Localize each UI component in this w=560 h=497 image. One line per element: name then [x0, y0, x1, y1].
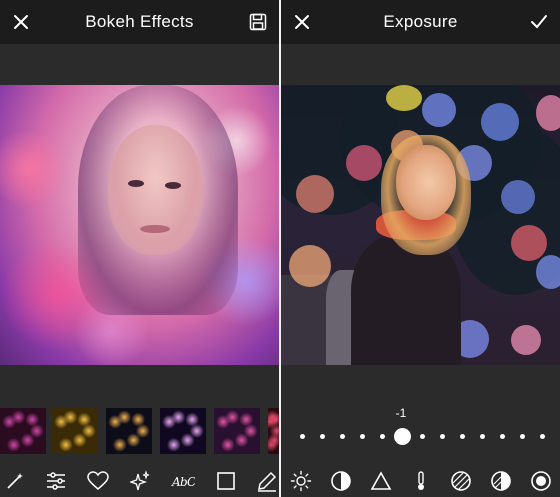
brightness-icon[interactable]	[289, 469, 313, 493]
bokeh-light	[501, 180, 535, 214]
bokeh-light	[511, 225, 547, 261]
heart-icon[interactable]	[86, 469, 110, 493]
photo-preview	[0, 85, 279, 365]
sparkles-icon[interactable]	[129, 469, 153, 493]
bokeh-light	[346, 145, 382, 181]
slider-dot[interactable]	[420, 434, 425, 439]
bokeh-thumb-pink[interactable]	[214, 408, 260, 454]
photo-preview	[281, 85, 560, 365]
person	[351, 235, 461, 365]
slider-dot[interactable]	[460, 434, 465, 439]
hatched-circle-icon[interactable]	[449, 469, 473, 493]
exposure-screen: Exposure -1	[281, 0, 560, 497]
bokeh-light	[536, 255, 560, 289]
bokeh-light	[481, 103, 519, 141]
slider-dot[interactable]	[320, 434, 325, 439]
save-icon[interactable]	[245, 9, 271, 35]
building	[281, 275, 331, 365]
pencil-icon[interactable]	[255, 469, 279, 493]
triangle-icon[interactable]	[369, 469, 393, 493]
bokeh-effects-screen: Bokeh Effects A b	[0, 0, 279, 497]
top-bar: Exposure	[281, 0, 560, 44]
half-hatched-circle-icon[interactable]	[489, 469, 513, 493]
top-bar: Bokeh Effects	[0, 0, 279, 44]
bottom-toolbar: A b C	[0, 465, 279, 497]
close-icon[interactable]	[8, 9, 34, 35]
slider-knob[interactable]	[394, 428, 411, 445]
thermometer-icon[interactable]	[409, 469, 433, 493]
exposure-value-label: -1	[395, 406, 407, 420]
bottom-toolbar	[281, 465, 560, 497]
slider-dot[interactable]	[540, 434, 545, 439]
svg-text:C: C	[187, 475, 195, 489]
slider-dot[interactable]	[440, 434, 445, 439]
bokeh-light	[422, 93, 456, 127]
slider-dot[interactable]	[480, 434, 485, 439]
slider-dot[interactable]	[380, 434, 385, 439]
bokeh-light	[289, 245, 331, 287]
slider-dot[interactable]	[340, 434, 345, 439]
bokeh-thumb-red[interactable]	[268, 408, 279, 454]
bokeh-light	[386, 85, 422, 111]
bokeh-thumbnail-strip	[0, 408, 279, 456]
eye	[128, 180, 144, 187]
adjust-sliders-icon[interactable]	[44, 469, 68, 493]
magic-wand-icon[interactable]	[3, 469, 27, 493]
slider-dot[interactable]	[520, 434, 525, 439]
bokeh-thumb-purple-dots[interactable]	[0, 408, 46, 454]
lips	[140, 225, 170, 233]
slider-dot[interactable]	[360, 434, 365, 439]
checkmark-icon[interactable]	[526, 9, 552, 35]
bokeh-light	[296, 175, 334, 213]
face	[396, 145, 456, 220]
bokeh-thumb-gold[interactable]	[52, 408, 98, 454]
vignette-circle-icon[interactable]	[529, 469, 553, 493]
slider-dot[interactable]	[500, 434, 505, 439]
bokeh-thumb-multicolor[interactable]	[160, 408, 206, 454]
face	[108, 125, 203, 255]
screen-title: Exposure	[383, 12, 458, 31]
bokeh-thumb-night-lights[interactable]	[106, 408, 152, 454]
bokeh-light	[511, 325, 541, 355]
bokeh-light	[536, 95, 560, 131]
text-abc-icon[interactable]: A b C	[171, 469, 195, 493]
square-frame-icon[interactable]	[214, 469, 238, 493]
screen-title: Bokeh Effects	[85, 12, 194, 31]
eye	[165, 182, 181, 189]
close-icon[interactable]	[289, 9, 315, 35]
slider-dot[interactable]	[300, 434, 305, 439]
contrast-icon[interactable]	[329, 469, 353, 493]
